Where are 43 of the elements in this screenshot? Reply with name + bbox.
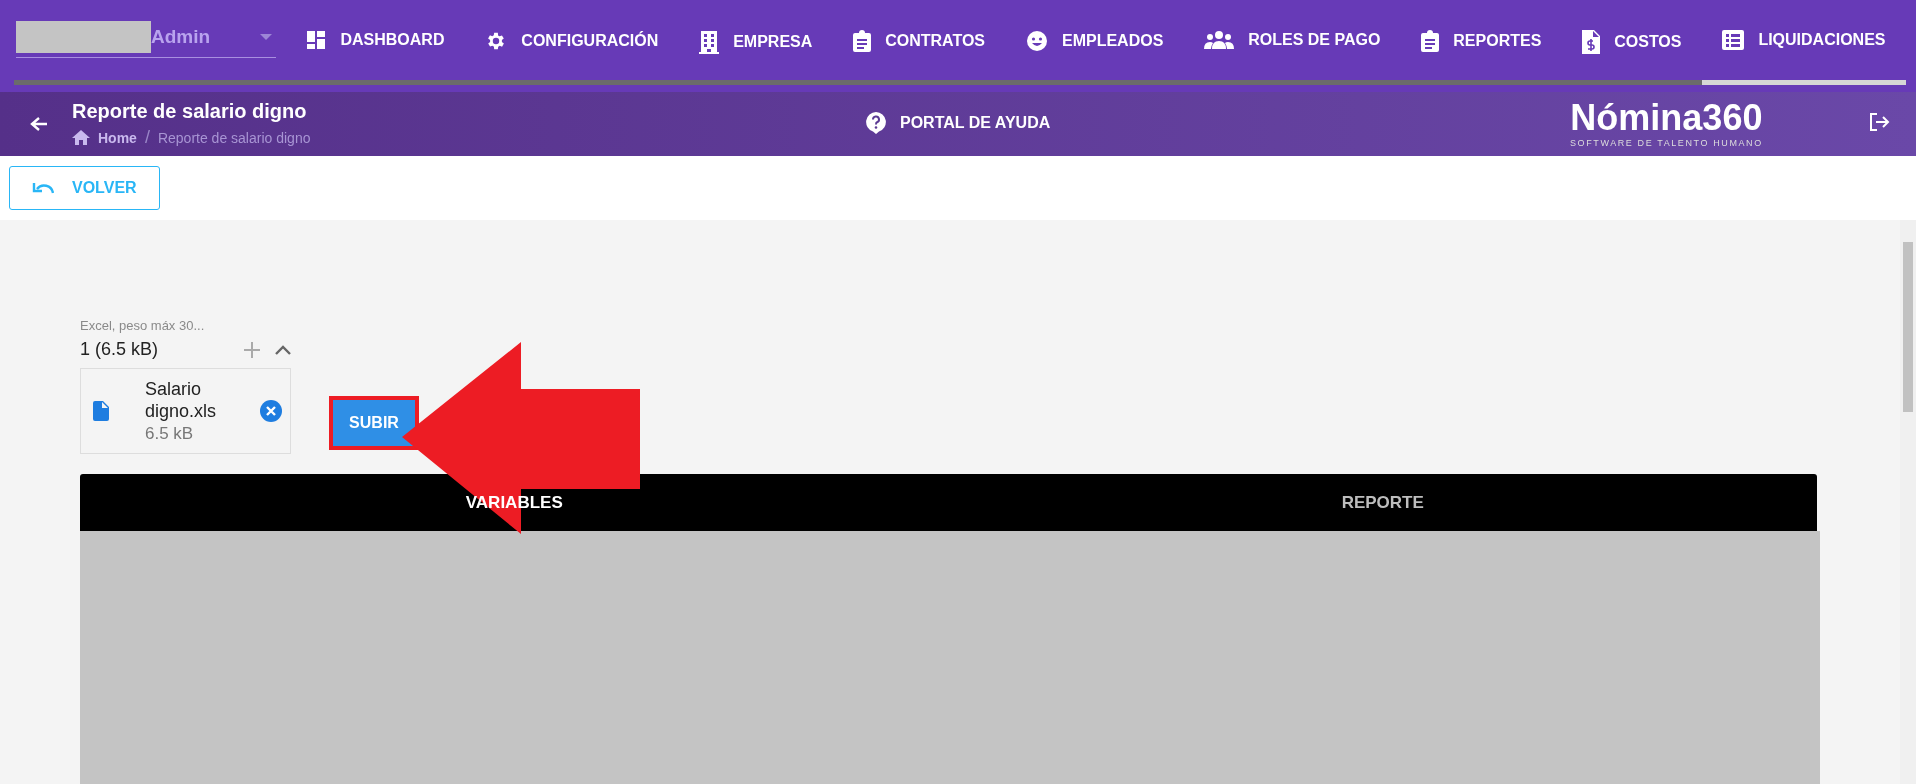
back-arrow-icon [30, 116, 48, 132]
invoice-icon [1582, 30, 1601, 54]
user-name: Admin [151, 25, 212, 48]
dashboard-icon [306, 30, 327, 50]
breadcrumb-link[interactable]: Home [72, 129, 137, 146]
list-icon [1722, 30, 1745, 50]
plus-icon [243, 340, 261, 359]
clipboard-icon [1421, 30, 1440, 52]
nav-tab[interactable]: DASHBOARD [306, 24, 445, 56]
nav-tab[interactable]: CONTRATOS [853, 24, 986, 58]
tab[interactable]: REPORTE [948, 474, 1817, 531]
home-icon [72, 130, 90, 145]
nav-tab[interactable]: CONFIGURACIÓN [485, 24, 659, 58]
building-icon [699, 30, 720, 54]
help-icon [866, 112, 886, 134]
undo-icon [32, 182, 54, 194]
upload-hint: Excel, peso máx 30... [80, 318, 206, 333]
file-name: Salario digno.xls [145, 378, 218, 422]
breadcrumb-separator: / [144, 127, 150, 148]
logo-name: Nómina360 [1570, 98, 1763, 138]
nav-tab[interactable]: REPORTES [1421, 24, 1542, 58]
logo-tagline: SOFTWARE DE TALENTO HUMANO [1570, 138, 1763, 148]
nav-tab[interactable]: EMPLEADOS [1025, 24, 1164, 58]
nav-tab[interactable]: ROLES DE PAGO [1204, 24, 1381, 56]
clipboard-icon [853, 30, 872, 52]
help-portal-link[interactable]: PORTAL DE AYUDA [866, 112, 1051, 134]
scrollbar[interactable] [1900, 220, 1916, 784]
back-arrow-button[interactable] [30, 116, 48, 132]
page-title: Reporte de salario digno [72, 100, 308, 123]
logout-button[interactable] [1868, 112, 1890, 132]
close-icon [260, 400, 282, 422]
nav-tab[interactable]: EMPRESA [699, 24, 813, 60]
remove-file-button[interactable] [260, 400, 282, 422]
nav-tab[interactable]: COSTOS [1582, 24, 1682, 60]
breadcrumb-current: Reporte de salario digno [157, 129, 311, 146]
file-size: 6.5 kB [145, 424, 195, 444]
file-icon [93, 401, 109, 421]
file-summary: 1 (6.5 kB) [80, 339, 160, 360]
chevron-up-icon [275, 344, 291, 355]
face-icon [1025, 30, 1048, 52]
nav-tab[interactable]: LIQUIDACIONES [1722, 24, 1886, 56]
people-icon [1204, 30, 1235, 50]
logout-icon [1868, 112, 1890, 132]
